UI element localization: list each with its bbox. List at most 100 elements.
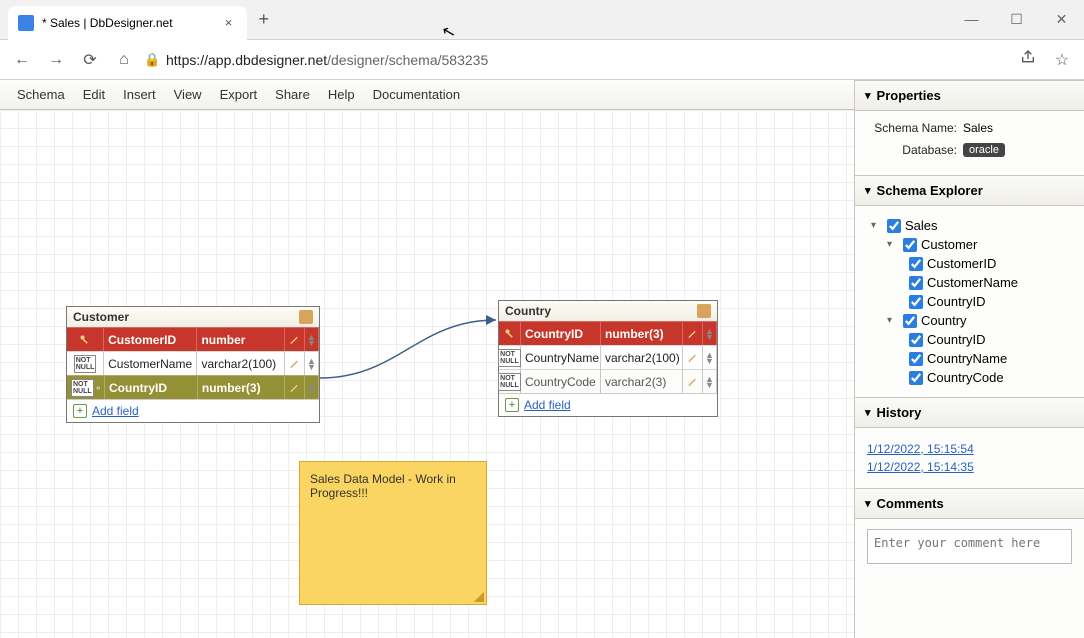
- reload-button[interactable]: ⟳: [76, 50, 104, 70]
- gear-icon[interactable]: [697, 304, 711, 318]
- history-entry[interactable]: 1/12/2022, 15:14:35: [867, 460, 1072, 474]
- window-minimize-icon[interactable]: ―: [949, 11, 994, 28]
- tree-checkbox[interactable]: [887, 219, 901, 233]
- edit-field-button[interactable]: [683, 345, 703, 369]
- panel-history-header[interactable]: ▾ History: [855, 397, 1084, 428]
- browser-tab[interactable]: * Sales | DbDesigner.net ×: [8, 6, 247, 40]
- add-field-button[interactable]: + Add field: [67, 399, 319, 422]
- field-type: number(3): [601, 321, 683, 345]
- back-button[interactable]: ←: [8, 51, 36, 69]
- share-icon[interactable]: [1014, 49, 1042, 70]
- window-close-icon[interactable]: ✕: [1039, 11, 1084, 28]
- field-row[interactable]: NOTNULL CountryCode varchar2(3) ▲▼: [499, 369, 717, 393]
- tree-checkbox[interactable]: [909, 276, 923, 290]
- reorder-handle[interactable]: ▲▼: [305, 351, 319, 375]
- tree-node-column[interactable]: CustomerName: [867, 273, 1072, 292]
- tree-node-column[interactable]: CountryName: [867, 349, 1072, 368]
- field-name: CountryID: [105, 375, 198, 399]
- add-field-button[interactable]: + Add field: [499, 393, 717, 416]
- notnull-badge: NOTNULL: [499, 345, 521, 369]
- tree-checkbox[interactable]: [903, 238, 917, 252]
- new-tab-button[interactable]: +: [259, 9, 270, 30]
- field-row[interactable]: NOTNULL CountryName varchar2(100) ▲▼: [499, 345, 717, 369]
- lock-icon: 🔒: [144, 52, 160, 68]
- field-row[interactable]: CustomerID number ▲▼: [67, 327, 319, 351]
- home-button[interactable]: ⌂: [110, 51, 138, 69]
- url-display[interactable]: https://app.dbdesigner.net/designer/sche…: [166, 52, 1008, 68]
- tree-node-column[interactable]: CountryID: [867, 292, 1072, 311]
- tree-checkbox[interactable]: [909, 352, 923, 366]
- chevron-down-icon: ▾: [865, 184, 871, 197]
- entity-country[interactable]: Country CountryID number(3) ▲▼ NOTNULL C…: [498, 300, 718, 417]
- add-field-link[interactable]: Add field: [92, 404, 139, 418]
- chevron-down-icon[interactable]: ▾: [871, 220, 883, 231]
- tree-checkbox[interactable]: [909, 257, 923, 271]
- tree-checkbox[interactable]: [909, 333, 923, 347]
- menu-help[interactable]: Help: [319, 87, 364, 102]
- comment-input[interactable]: [867, 529, 1072, 564]
- reorder-handle[interactable]: ▲▼: [703, 345, 717, 369]
- menu-schema[interactable]: Schema: [8, 87, 74, 102]
- chevron-down-icon[interactable]: ▾: [887, 315, 899, 326]
- reorder-handle[interactable]: ▲▼: [703, 369, 717, 393]
- window-maximize-icon[interactable]: ☐: [994, 11, 1039, 28]
- edit-field-button[interactable]: [285, 327, 305, 351]
- field-type: number(3): [198, 375, 285, 399]
- forward-button[interactable]: →: [42, 51, 70, 69]
- menu-view[interactable]: View: [165, 87, 211, 102]
- entity-header[interactable]: Customer: [67, 307, 319, 327]
- edit-field-button[interactable]: [683, 369, 703, 393]
- field-name: CountryName: [521, 345, 601, 369]
- entity-customer[interactable]: Customer CustomerID number ▲▼ NOTNULL Cu…: [66, 306, 320, 423]
- sticky-note-text: Sales Data Model - Work in Progress!!!: [310, 472, 456, 500]
- field-type: varchar2(100): [601, 345, 683, 369]
- tree-checkbox[interactable]: [909, 295, 923, 309]
- history-entry[interactable]: 1/12/2022, 15:15:54: [867, 442, 1072, 456]
- edit-field-button[interactable]: [683, 321, 703, 345]
- tree-node-column[interactable]: CountryCode: [867, 368, 1072, 387]
- reorder-handle[interactable]: ▲▼: [305, 327, 319, 351]
- notnull-badge: NOTNULL: [67, 351, 104, 375]
- entity-header[interactable]: Country: [499, 301, 717, 321]
- gear-icon[interactable]: [299, 310, 313, 324]
- menu-export[interactable]: Export: [211, 87, 267, 102]
- menu-share[interactable]: Share: [266, 87, 319, 102]
- schema-name-label: Schema Name:: [867, 121, 957, 135]
- menu-insert[interactable]: Insert: [114, 87, 165, 102]
- tab-title: * Sales | DbDesigner.net: [42, 16, 173, 30]
- foreign-key-icon: NOTNULL: [67, 375, 105, 399]
- tree-node-table[interactable]: ▾Customer: [867, 235, 1072, 254]
- close-tab-icon[interactable]: ×: [221, 15, 237, 30]
- menu-documentation[interactable]: Documentation: [364, 87, 469, 102]
- field-row[interactable]: CountryID number(3) ▲▼: [499, 321, 717, 345]
- add-field-link[interactable]: Add field: [524, 398, 571, 412]
- sticky-note[interactable]: Sales Data Model - Work in Progress!!!: [299, 461, 487, 605]
- edit-field-button[interactable]: [285, 375, 305, 399]
- panel-schema-explorer-header[interactable]: ▾ Schema Explorer: [855, 175, 1084, 206]
- field-row[interactable]: NOTNULL CountryID number(3) ▲▼: [67, 375, 319, 399]
- tree-node-column[interactable]: CustomerID: [867, 254, 1072, 273]
- database-label: Database:: [867, 143, 957, 157]
- tree-node-table[interactable]: ▾Country: [867, 311, 1072, 330]
- bookmark-icon[interactable]: ☆: [1048, 50, 1076, 70]
- field-type: varchar2(3): [601, 369, 683, 393]
- tree-node-schema[interactable]: ▾Sales: [867, 216, 1072, 235]
- reorder-handle[interactable]: ▲▼: [305, 375, 319, 399]
- chevron-down-icon: ▾: [865, 406, 871, 419]
- panel-comments-header[interactable]: ▾ Comments: [855, 488, 1084, 519]
- reorder-handle[interactable]: ▲▼: [703, 321, 717, 345]
- panel-properties-header[interactable]: ▾ Properties: [855, 80, 1084, 111]
- chevron-down-icon[interactable]: ▾: [887, 239, 899, 250]
- panel-comments-body: [855, 519, 1084, 577]
- field-name: CountryCode: [521, 369, 601, 393]
- tree-checkbox[interactable]: [903, 314, 917, 328]
- field-row[interactable]: NOTNULL CustomerName varchar2(100) ▲▼: [67, 351, 319, 375]
- tree-node-column[interactable]: CountryID: [867, 330, 1072, 349]
- tab-favicon: [18, 15, 34, 31]
- menu-edit[interactable]: Edit: [74, 87, 114, 102]
- tree-checkbox[interactable]: [909, 371, 923, 385]
- notnull-badge: NOTNULL: [499, 369, 521, 393]
- edit-field-button[interactable]: [285, 351, 305, 375]
- panel-history-body: 1/12/2022, 15:15:54 1/12/2022, 15:14:35: [855, 428, 1084, 488]
- design-canvas[interactable]: Customer CustomerID number ▲▼ NOTNULL Cu…: [0, 110, 854, 638]
